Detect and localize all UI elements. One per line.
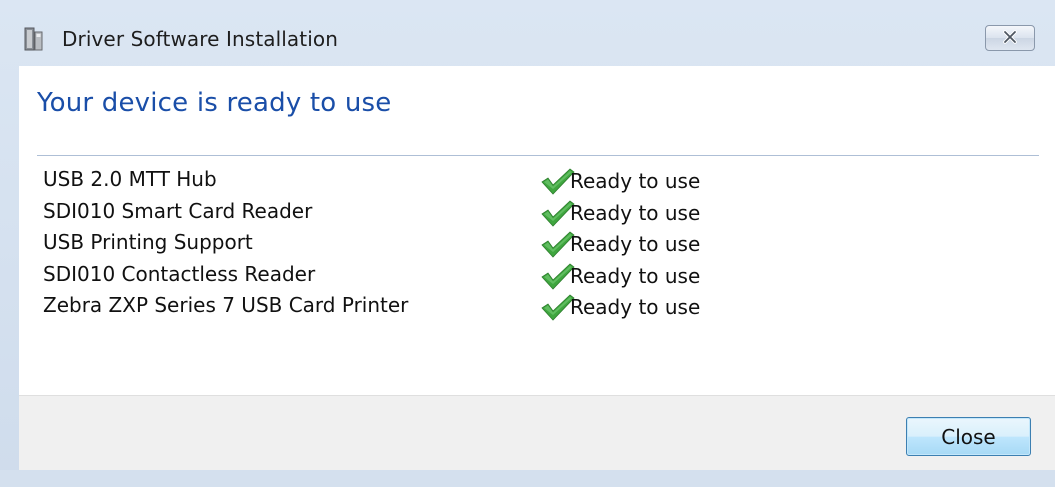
page-heading: Your device is ready to use bbox=[37, 88, 392, 118]
device-list: USB 2.0 MTT Hub Ready to use SDI010 Smar… bbox=[43, 166, 943, 324]
window-close-button[interactable] bbox=[985, 25, 1035, 51]
device-row: SDI010 Contactless Reader Ready to use bbox=[43, 261, 943, 293]
driver-install-dialog: Driver Software Installation Your device… bbox=[0, 0, 1055, 487]
device-status: Ready to use bbox=[536, 261, 700, 291]
device-status: Ready to use bbox=[536, 292, 700, 322]
device-row: SDI010 Smart Card Reader Ready to use bbox=[43, 198, 943, 230]
dialog-footer: Close bbox=[19, 395, 1055, 471]
status-label: Ready to use bbox=[570, 263, 701, 288]
title-bar[interactable]: Driver Software Installation bbox=[0, 0, 1055, 66]
close-x-icon bbox=[1002, 29, 1018, 48]
close-button[interactable]: Close bbox=[906, 417, 1031, 456]
device-status: Ready to use bbox=[536, 229, 700, 259]
device-name: SDI010 Contactless Reader bbox=[43, 261, 316, 286]
status-label: Ready to use bbox=[570, 232, 701, 256]
window-title: Driver Software Installation bbox=[62, 27, 338, 51]
device-status: Ready to use bbox=[536, 166, 700, 196]
device-row: USB Printing Support Ready to use bbox=[43, 229, 943, 261]
device-name: SDI010 Smart Card Reader bbox=[43, 198, 313, 223]
status-label: Ready to use bbox=[570, 169, 701, 193]
status-label: Ready to use bbox=[570, 295, 701, 319]
device-installer-icon bbox=[22, 26, 46, 52]
device-name: USB Printing Support bbox=[43, 230, 253, 254]
device-status: Ready to use bbox=[536, 198, 700, 228]
heading-divider bbox=[37, 155, 1039, 156]
device-name: USB 2.0 MTT Hub bbox=[43, 167, 217, 191]
status-label: Ready to use bbox=[570, 200, 701, 225]
device-row: USB 2.0 MTT Hub Ready to use bbox=[43, 166, 943, 198]
content-panel: Your device is ready to use USB 2.0 MTT … bbox=[19, 66, 1055, 395]
device-name: Zebra ZXP Series 7 USB Card Printer bbox=[43, 293, 409, 317]
device-row: Zebra ZXP Series 7 USB Card Printer Read… bbox=[43, 292, 943, 324]
window-bottom-border bbox=[0, 470, 1055, 487]
